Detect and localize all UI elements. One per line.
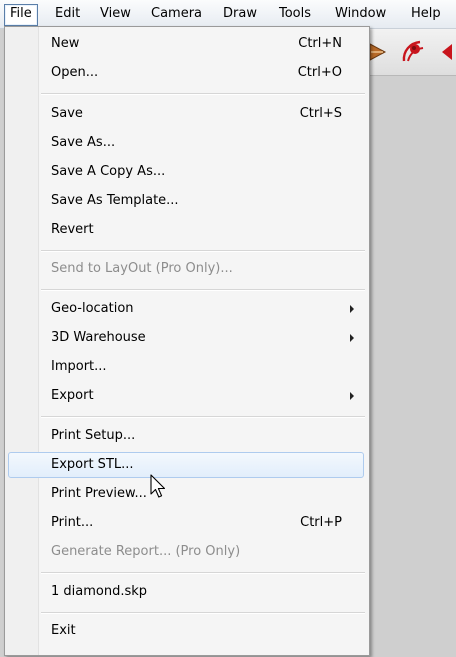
menu-separator xyxy=(41,572,365,574)
menu-item-save-copy-as[interactable]: Save A Copy As... xyxy=(8,160,364,184)
toolbar xyxy=(368,29,456,76)
menu-item-label: 3D Warehouse xyxy=(51,330,146,345)
menu-separator xyxy=(41,289,365,291)
menu-item-label: Save As... xyxy=(51,135,116,150)
drawing-canvas[interactable] xyxy=(368,29,456,657)
menu-bar: File Edit View Camera Draw Tools Window … xyxy=(0,0,456,29)
mouse-pointer-icon xyxy=(150,474,166,498)
menu-item-save[interactable]: Save Ctrl+S xyxy=(8,102,364,126)
menu-item-label: Save xyxy=(51,106,83,121)
menu-item-label: Revert xyxy=(51,222,94,237)
menu-item-label: Print Preview... xyxy=(51,486,147,501)
menu-window[interactable]: Window xyxy=(330,4,391,24)
submenu-arrow-icon xyxy=(350,305,354,313)
menu-item-exit[interactable]: Exit xyxy=(8,619,364,643)
walk-tool-icon[interactable] xyxy=(398,37,428,67)
menu-help[interactable]: Help xyxy=(406,4,446,24)
menu-item-recent-file[interactable]: 1 diamond.skp xyxy=(8,580,364,604)
menu-item-export-stl[interactable]: Export STL... xyxy=(8,452,364,478)
menu-draw[interactable]: Draw xyxy=(218,4,262,24)
menu-item-send-to-layout: Send to LayOut (Pro Only)... xyxy=(8,257,364,281)
sketchy-tool-icon[interactable] xyxy=(368,39,394,65)
menu-item-shortcut: Ctrl+P xyxy=(300,515,342,530)
menu-item-shortcut: Ctrl+N xyxy=(298,36,342,51)
menu-item-geo-location[interactable]: Geo-location xyxy=(8,297,364,321)
submenu-arrow-icon xyxy=(350,392,354,400)
menu-item-save-as-template[interactable]: Save As Template... xyxy=(8,189,364,213)
menu-item-label: Exit xyxy=(51,623,76,638)
menu-separator xyxy=(41,612,365,614)
menu-item-shortcut: Ctrl+S xyxy=(299,106,342,121)
menu-item-label: Export STL... xyxy=(51,457,134,472)
previous-view-icon[interactable] xyxy=(440,41,456,63)
menu-tools[interactable]: Tools xyxy=(274,4,316,24)
menu-item-open[interactable]: Open... Ctrl+O xyxy=(8,61,364,85)
menu-item-label: Save A Copy As... xyxy=(51,164,166,179)
menu-item-export[interactable]: Export xyxy=(8,384,364,408)
menu-item-revert[interactable]: Revert xyxy=(8,218,364,242)
menu-separator xyxy=(41,250,365,252)
menu-item-print[interactable]: Print... Ctrl+P xyxy=(8,511,364,535)
submenu-arrow-icon xyxy=(350,334,354,342)
menu-item-save-as[interactable]: Save As... xyxy=(8,131,364,155)
menu-item-label: Import... xyxy=(51,359,107,374)
menu-camera[interactable]: Camera xyxy=(146,4,207,24)
menu-item-shortcut: Ctrl+O xyxy=(297,65,342,80)
menu-edit[interactable]: Edit xyxy=(50,4,85,24)
file-menu-dropdown: New Ctrl+N Open... Ctrl+O Save Ctrl+S Sa… xyxy=(4,26,370,656)
menu-item-3d-warehouse[interactable]: 3D Warehouse xyxy=(8,326,364,350)
menu-item-print-preview[interactable]: Print Preview... xyxy=(8,482,364,506)
menu-item-label: New xyxy=(51,36,80,51)
menu-view[interactable]: View xyxy=(95,4,136,24)
menu-item-label: Generate Report... (Pro Only) xyxy=(51,544,241,559)
menu-item-import[interactable]: Import... xyxy=(8,355,364,379)
menu-item-label: Print Setup... xyxy=(51,428,136,443)
menu-item-label: Save As Template... xyxy=(51,193,179,208)
menu-item-label: 1 diamond.skp xyxy=(51,584,148,599)
menu-separator xyxy=(41,416,365,418)
menu-item-label: Export xyxy=(51,388,94,403)
menu-file[interactable]: File xyxy=(4,4,38,26)
menu-item-print-setup[interactable]: Print Setup... xyxy=(8,424,364,448)
menu-item-generate-report: Generate Report... (Pro Only) xyxy=(8,540,364,564)
menu-item-label: Print... xyxy=(51,515,94,530)
menu-item-label: Open... xyxy=(51,65,99,80)
menu-item-label: Send to LayOut (Pro Only)... xyxy=(51,261,233,276)
menu-item-new[interactable]: New Ctrl+N xyxy=(8,32,364,56)
menu-separator xyxy=(41,93,365,95)
menu-item-label: Geo-location xyxy=(51,301,134,316)
